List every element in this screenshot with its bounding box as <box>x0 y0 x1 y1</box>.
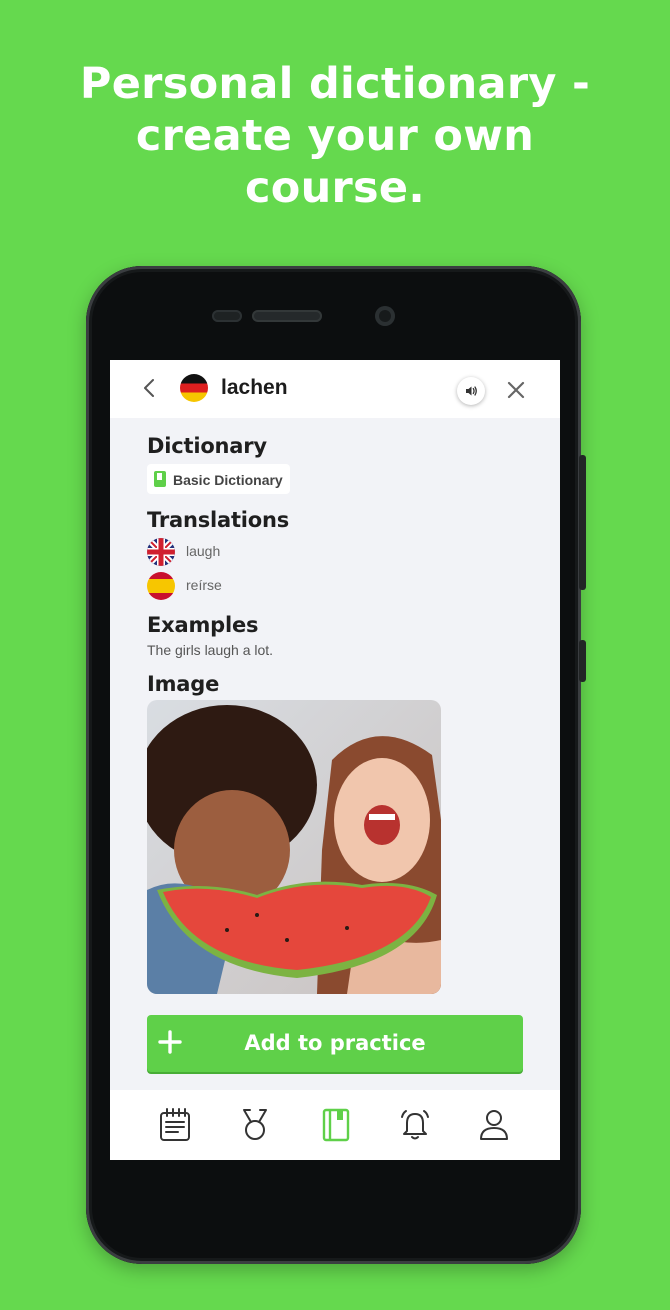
bottom-tab-bar <box>110 1090 560 1160</box>
app-screen: lachen Dictionary Basic Dictionary Trans… <box>110 360 560 1160</box>
volume-button <box>579 455 586 590</box>
phone-earpiece <box>212 306 395 326</box>
spain-flag-icon <box>147 572 175 600</box>
image-heading: Image <box>147 672 220 696</box>
dictionary-icon[interactable] <box>319 1107 353 1143</box>
dictionary-heading: Dictionary <box>147 434 267 458</box>
speaker-icon <box>466 386 477 396</box>
headline: Personal dictionary - create your own co… <box>0 58 670 214</box>
translations-heading: Translations <box>147 508 290 532</box>
bell-icon[interactable] <box>398 1107 432 1143</box>
power-button <box>579 640 586 682</box>
dictionary-chip-label: Basic Dictionary <box>173 472 283 488</box>
speaker-button[interactable] <box>457 377 485 405</box>
translation-row-en: laugh <box>147 538 407 566</box>
translation-text: laugh <box>186 543 221 559</box>
top-bar: lachen <box>110 360 560 418</box>
add-to-practice-label: Add to practice <box>244 1031 426 1055</box>
word-title: lachen <box>221 376 288 399</box>
word-photo <box>147 700 441 994</box>
close-icon[interactable] <box>506 380 526 400</box>
headline-line-1: Personal dictionary - <box>79 59 591 109</box>
add-to-practice-button[interactable]: Add to practice <box>147 1015 523 1072</box>
example-sentence: The girls laugh a lot. <box>147 642 274 658</box>
translation-row-es: reírse <box>147 572 407 600</box>
speaker-grille <box>252 310 322 322</box>
german-flag-icon <box>180 374 208 402</box>
headline-line-2: create your own <box>135 111 535 161</box>
uk-flag-icon <box>147 538 175 566</box>
front-camera <box>375 306 395 326</box>
headline-line-3: course. <box>244 163 426 213</box>
profile-icon[interactable] <box>477 1107 511 1143</box>
calendar-icon[interactable] <box>158 1107 192 1143</box>
chevron-left-icon[interactable] <box>138 376 162 400</box>
dictionary-chip[interactable]: Basic Dictionary <box>147 464 290 494</box>
translation-text: reírse <box>186 577 222 593</box>
book-icon <box>154 471 166 487</box>
examples-heading: Examples <box>147 613 259 637</box>
sensor <box>212 310 242 322</box>
medal-icon[interactable] <box>238 1107 272 1143</box>
